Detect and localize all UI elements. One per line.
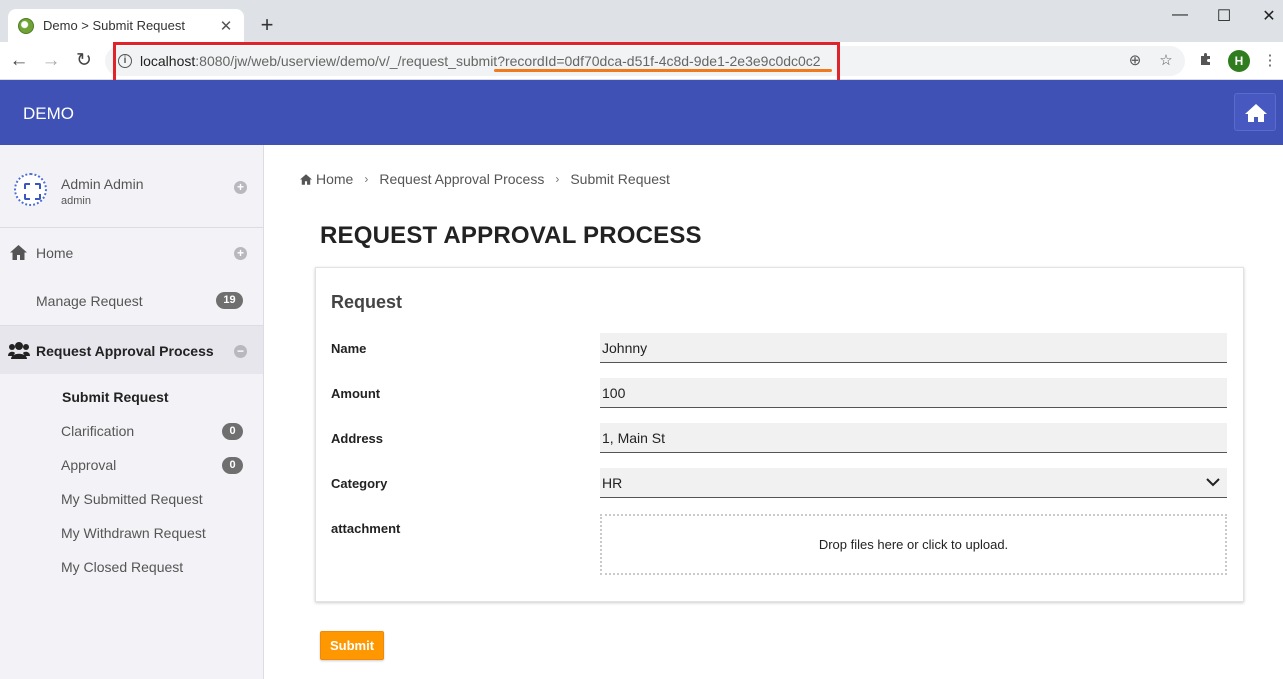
avatar xyxy=(14,173,47,206)
user-profile: Admin Admin admin + xyxy=(0,145,263,228)
category-select[interactable]: HR xyxy=(600,468,1227,498)
profile-avatar[interactable]: H xyxy=(1228,50,1250,72)
app-favicon-icon xyxy=(18,17,34,34)
sidebar-item-home[interactable]: Home + xyxy=(0,228,263,276)
install-app-icon[interactable]: ⊕ xyxy=(1126,52,1144,70)
extensions-puzzle-icon[interactable] xyxy=(1196,51,1216,71)
browser-menu-icon[interactable]: ⋮ xyxy=(1260,51,1280,71)
attachment-dropzone[interactable]: Drop files here or click to upload. xyxy=(600,514,1227,575)
count-badge: 19 xyxy=(216,292,243,309)
breadcrumb: Home › Request Approval Process › Submit… xyxy=(300,171,670,187)
sidebar-item-clarification[interactable]: Clarification 0 xyxy=(0,414,263,446)
user-name: Admin Admin xyxy=(61,176,144,192)
sidebar-item-my-withdrawn-request[interactable]: My Withdrawn Request xyxy=(0,516,263,548)
home-icon xyxy=(10,245,27,260)
sidebar-item-my-submitted-request[interactable]: My Submitted Request xyxy=(0,482,263,514)
bookmark-star-icon[interactable]: ☆ xyxy=(1157,52,1175,70)
back-arrow-icon[interactable]: ← xyxy=(8,50,30,72)
close-tab-icon[interactable]: ✕ xyxy=(218,17,234,35)
breadcrumb-category[interactable]: Request Approval Process xyxy=(379,171,544,187)
user-login: admin xyxy=(61,195,91,207)
close-window-icon[interactable]: ✕ xyxy=(1259,6,1279,26)
minimize-icon[interactable]: — xyxy=(1170,6,1190,24)
home-button[interactable] xyxy=(1234,93,1276,131)
count-badge: 0 xyxy=(222,423,243,440)
tab-title: Demo > Submit Request xyxy=(43,18,185,33)
chevron-right-icon: › xyxy=(364,172,369,186)
new-tab-button[interactable]: + xyxy=(257,13,277,37)
form-section-title: Request xyxy=(331,292,403,312)
breadcrumb-current: Submit Request xyxy=(570,171,670,187)
request-form: Request Name Johnny Amount 100 Address 1… xyxy=(315,267,1244,602)
name-label: Name xyxy=(331,341,367,356)
users-icon xyxy=(8,342,30,359)
maximize-icon[interactable]: ☐ xyxy=(1214,6,1234,26)
amount-field[interactable]: 100 xyxy=(600,378,1227,408)
collapse-category-icon[interactable]: − xyxy=(234,345,247,358)
sidebar-item-label: Clarification xyxy=(61,423,135,439)
chevron-down-icon xyxy=(1206,478,1220,487)
home-icon xyxy=(300,173,312,185)
sidebar-category-label: Request Approval Process xyxy=(36,343,214,359)
amount-label: Amount xyxy=(331,386,381,401)
app-header: DEMO xyxy=(0,80,1283,145)
forward-arrow-icon[interactable]: → xyxy=(40,50,62,72)
sidebar-item-label: My Withdrawn Request xyxy=(61,525,206,541)
sidebar-category-request-approval[interactable]: Request Approval Process − xyxy=(0,326,263,374)
sidebar: Admin Admin admin + Home + Manage Reques… xyxy=(0,145,264,679)
sidebar-item-approval[interactable]: Approval 0 xyxy=(0,448,263,480)
reload-icon[interactable]: ↻ xyxy=(73,50,95,72)
category-label: Category xyxy=(331,476,388,491)
sidebar-item-label: My Submitted Request xyxy=(61,491,203,507)
sidebar-item-my-closed-request[interactable]: My Closed Request xyxy=(0,550,263,582)
attachment-label: attachment xyxy=(331,521,401,536)
browser-tab[interactable]: Demo > Submit Request ✕ xyxy=(8,9,244,42)
expand-profile-icon[interactable]: + xyxy=(234,181,247,194)
category-selected-value: HR xyxy=(602,475,623,491)
breadcrumb-home[interactable]: Home xyxy=(316,171,353,187)
name-field[interactable]: Johnny xyxy=(600,333,1227,363)
sidebar-item-label: My Closed Request xyxy=(61,559,184,575)
sidebar-item-label: Manage Request xyxy=(36,293,143,309)
record-id-underline xyxy=(494,69,832,72)
page-title: REQUEST APPROVAL PROCESS xyxy=(320,222,702,249)
submit-button[interactable]: Submit xyxy=(320,631,384,660)
sidebar-item-label: Submit Request xyxy=(62,389,169,405)
url-highlight-box xyxy=(113,42,840,84)
address-label: Address xyxy=(331,431,384,446)
sidebar-item-label: Home xyxy=(36,245,74,261)
expand-home-icon[interactable]: + xyxy=(234,247,247,260)
address-field[interactable]: 1, Main St xyxy=(600,423,1227,453)
sidebar-item-submit-request[interactable]: Submit Request xyxy=(0,380,263,412)
chevron-right-icon: › xyxy=(555,172,560,186)
browser-tabstrip: Demo > Submit Request ✕ + — ☐ ✕ xyxy=(0,0,1283,42)
home-icon xyxy=(1245,104,1267,122)
sidebar-item-label: Approval xyxy=(61,457,117,473)
count-badge: 0 xyxy=(222,457,243,474)
app-brand[interactable]: DEMO xyxy=(23,104,74,124)
sidebar-item-manage-request[interactable]: Manage Request 19 xyxy=(0,276,263,324)
